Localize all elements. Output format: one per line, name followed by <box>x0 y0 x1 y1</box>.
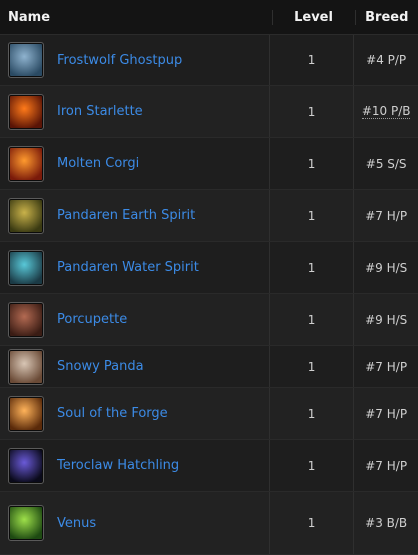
breed-cell: #9 H/S <box>353 242 418 293</box>
header-name[interactable]: Name <box>0 10 272 25</box>
pet-name-link[interactable]: Molten Corgi <box>57 156 139 171</box>
name-cell: Pandaren Water Spirit <box>0 249 269 286</box>
breed-cell: #9 H/S <box>353 294 418 345</box>
breed-cell: #7 H/P <box>353 388 418 439</box>
breed-label[interactable]: #10 P/B <box>361 104 411 119</box>
level-cell: 1 <box>268 346 354 387</box>
breed-label: #7 H/P <box>365 406 408 421</box>
table-row: Soul of the Forge 1 #7 H/P <box>0 388 418 440</box>
iron-star-icon[interactable] <box>8 93 44 130</box>
breed-label: #5 S/S <box>365 156 407 171</box>
level-cell: 1 <box>268 190 354 241</box>
pet-name-link[interactable]: Iron Starlette <box>57 104 143 119</box>
table-row: Pandaren Water Spirit 1 #9 H/S <box>0 242 418 294</box>
breed-cell: #5 S/S <box>353 138 418 189</box>
name-cell: Iron Starlette <box>0 93 269 130</box>
table-row: Snowy Panda 1 #7 H/P <box>0 346 418 388</box>
level-cell: 1 <box>268 388 354 439</box>
breed-cell: #7 H/P <box>353 346 418 387</box>
breed-label: #4 P/P <box>366 53 407 67</box>
breed-label: #7 H/P <box>365 208 408 223</box>
breed-label: #9 H/S <box>365 260 408 275</box>
name-cell: Pandaren Earth Spirit <box>0 197 269 234</box>
level-cell: 1 <box>268 138 354 189</box>
breed-cell: #7 H/P <box>353 440 418 491</box>
pet-table: Name Level Breed Frostwolf Ghostpup 1 #4 P… <box>0 0 418 555</box>
header-level[interactable]: Level <box>271 9 355 25</box>
breed-label: #3 B/B <box>365 516 408 530</box>
breed-cell: #4 P/P <box>353 35 418 85</box>
claw-icon[interactable] <box>8 447 44 484</box>
level-cell: 1 <box>268 86 354 137</box>
breed-label: #7 H/P <box>365 458 408 473</box>
pet-name-link[interactable]: Pandaren Water Spirit <box>57 260 199 275</box>
pet-name-link[interactable]: Snowy Panda <box>57 359 144 374</box>
ghost-wolf-icon[interactable] <box>8 42 44 78</box>
table-header: Name Level Breed <box>0 0 418 35</box>
level-cell: 1 <box>268 440 354 491</box>
name-cell: Frostwolf Ghostpup <box>0 42 269 78</box>
pet-name-link[interactable]: Porcupette <box>57 312 127 327</box>
name-cell: Porcupette <box>0 301 269 338</box>
breed-label: #9 H/S <box>365 312 408 327</box>
table-row: Iron Starlette 1 #10 P/B <box>0 86 418 138</box>
name-cell: Molten Corgi <box>0 145 269 182</box>
molten-corgi-icon[interactable] <box>8 145 44 182</box>
level-cell: 1 <box>268 35 354 85</box>
pet-name-link[interactable]: Venus <box>57 516 96 531</box>
table-row: Venus 1 #3 B/B <box>0 492 418 555</box>
table-row: Molten Corgi 1 #5 S/S <box>0 138 418 190</box>
name-cell: Venus <box>0 505 269 541</box>
pet-name-link[interactable]: Pandaren Earth Spirit <box>57 208 195 223</box>
breed-cell: #10 P/B <box>353 86 418 137</box>
level-cell: 1 <box>268 492 354 554</box>
pet-name-link[interactable]: Soul of the Forge <box>57 406 168 421</box>
panda-icon[interactable] <box>8 348 44 385</box>
breed-label: #7 H/P <box>365 359 408 374</box>
water-spirit-icon[interactable] <box>8 249 44 286</box>
pet-name-link[interactable]: Teroclaw Hatchling <box>57 458 179 473</box>
venus-plant-icon[interactable] <box>8 505 44 541</box>
earth-spirit-icon[interactable] <box>8 197 44 234</box>
breed-cell: #7 H/P <box>353 190 418 241</box>
breed-cell: #3 B/B <box>353 492 418 554</box>
porcupine-icon[interactable] <box>8 301 44 338</box>
table-body: Frostwolf Ghostpup 1 #4 P/P Iron Starlette 1… <box>0 35 418 555</box>
pet-name-link[interactable]: Frostwolf Ghostpup <box>57 53 182 68</box>
name-cell: Snowy Panda <box>0 348 269 385</box>
table-row: Pandaren Earth Spirit 1 #7 H/P <box>0 190 418 242</box>
header-breed[interactable]: Breed <box>354 9 418 25</box>
level-cell: 1 <box>268 242 354 293</box>
table-row: Frostwolf Ghostpup 1 #4 P/P <box>0 35 418 86</box>
forge-soul-icon[interactable] <box>8 395 44 432</box>
table-row: Porcupette 1 #9 H/S <box>0 294 418 346</box>
table-row: Teroclaw Hatchling 1 #7 H/P <box>0 440 418 492</box>
name-cell: Teroclaw Hatchling <box>0 447 269 484</box>
name-cell: Soul of the Forge <box>0 395 269 432</box>
level-cell: 1 <box>268 294 354 345</box>
